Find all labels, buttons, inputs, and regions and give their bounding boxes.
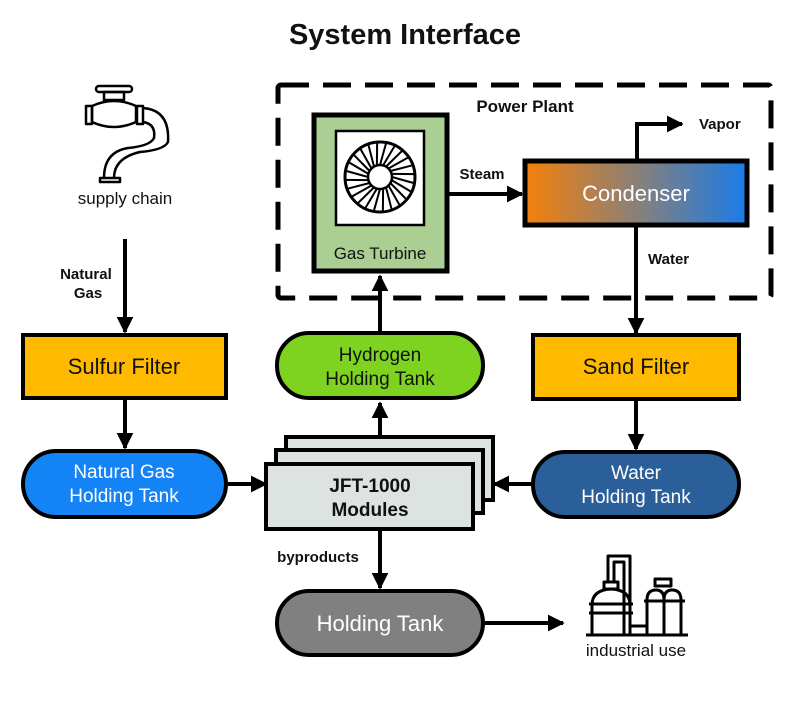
sulfur-filter-node[interactable]: Sulfur Filter xyxy=(21,333,228,400)
supply-chain-label: supply chain xyxy=(78,189,173,208)
water-tank-label-line2: Holding Tank xyxy=(581,487,691,508)
sand-filter-node[interactable]: Sand Filter xyxy=(531,333,741,401)
industrial-use-label: industrial use xyxy=(586,641,686,660)
modules-label-line2: Modules xyxy=(331,500,408,521)
holding-tank-node[interactable]: Holding Tank xyxy=(275,589,485,657)
jft-1000-modules-node[interactable]: JFT-1000 Modules xyxy=(264,435,495,531)
gas-turbine-node[interactable]: Gas Turbine xyxy=(311,112,450,274)
gas-turbine-label: Gas Turbine xyxy=(334,244,427,263)
condenser-node[interactable]: Condenser xyxy=(522,158,750,228)
faucet-icon xyxy=(84,84,170,184)
diagram-title: System Interface xyxy=(289,19,521,51)
power-plant-label: Power Plant xyxy=(476,97,574,116)
condenser-label: Condenser xyxy=(582,181,690,206)
natural-gas-tank-label-line2: Holding Tank xyxy=(69,486,179,507)
steam-flow-label: Steam xyxy=(459,166,504,183)
natural-gas-flow-label-line2: Gas xyxy=(74,285,102,302)
sand-filter-label: Sand Filter xyxy=(583,354,689,379)
modules-label-line1: JFT-1000 xyxy=(329,476,410,497)
water-flow-label: Water xyxy=(648,251,689,268)
natural-gas-flow-label: Natural Gas xyxy=(60,266,116,302)
vapor-flow-label: Vapor xyxy=(699,116,741,133)
natural-gas-holding-tank[interactable]: Natural Gas Holding Tank xyxy=(21,449,228,519)
turbine-hub xyxy=(366,163,394,191)
natural-gas-flow-label-line1: Natural xyxy=(60,266,112,283)
byproducts-flow-label: byproducts xyxy=(277,549,359,566)
hydrogen-tank-label-line2: Holding Tank xyxy=(325,369,435,390)
water-tank-label-line1: Water xyxy=(611,463,662,484)
hydrogen-tank-label-line1: Hydrogen xyxy=(339,345,421,366)
factory-icon xyxy=(586,554,688,637)
holding-tank-label: Holding Tank xyxy=(317,611,445,636)
hydrogen-holding-tank[interactable]: Hydrogen Holding Tank xyxy=(275,331,485,400)
vapor-flow-arrow xyxy=(635,115,684,159)
system-diagram: System Interface Power Plant supply chai… xyxy=(21,19,774,660)
water-holding-tank[interactable]: Water Holding Tank xyxy=(531,450,741,519)
natural-gas-tank-label-line1: Natural Gas xyxy=(73,462,174,483)
sulfur-filter-label: Sulfur Filter xyxy=(68,354,180,379)
